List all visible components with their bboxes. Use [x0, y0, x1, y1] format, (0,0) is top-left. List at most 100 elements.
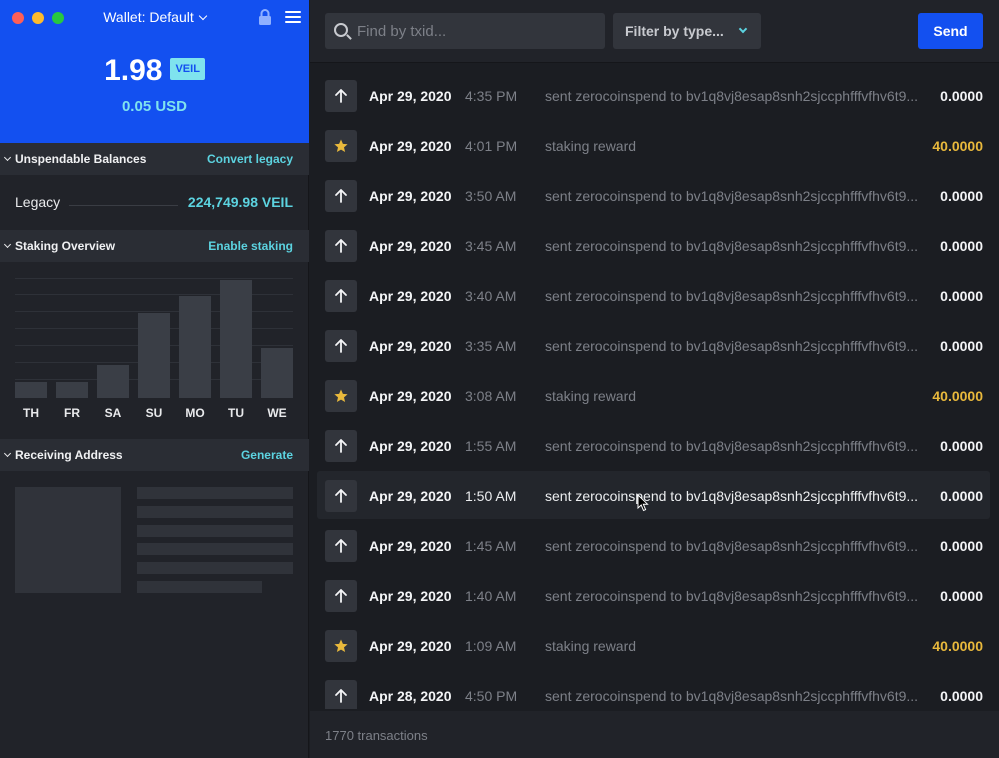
transaction-amount: 0.0000 [940, 488, 983, 504]
chart-tick-label: MO [185, 406, 205, 420]
address-line-placeholder [137, 581, 262, 593]
convert-legacy-link[interactable]: Convert legacy [207, 152, 293, 166]
transaction-row[interactable]: Apr 29, 2020 1:40 AM sent zerocoinspend to… [317, 571, 990, 619]
lock-icon[interactable] [258, 9, 272, 25]
transaction-row[interactable]: Apr 29, 2020 4:01 PM staking reward 40.0000 [317, 121, 990, 169]
address-line-placeholder [137, 487, 293, 499]
transaction-description: sent zerocoinspend to bv1q8vj8esap8snh2s… [545, 338, 919, 354]
transaction-description: sent zerocoinspend to bv1q8vj8esap8snh2s… [545, 588, 919, 604]
wallet-title: Wallet: Default [103, 9, 194, 25]
address-line-placeholder [137, 543, 293, 555]
arrow-up-icon [325, 680, 357, 709]
main-panel: Filter by type... Send Apr 29, 2020 4:35 … [310, 0, 999, 758]
send-button[interactable]: Send [918, 13, 983, 49]
transaction-time: 1:09 AM [465, 638, 517, 654]
legacy-value: 224,749.98 VEIL [187, 194, 293, 210]
chart-tick-label: FR [64, 406, 80, 420]
transaction-date: Apr 29, 2020 [369, 88, 452, 104]
chart-tick-label: SA [104, 406, 122, 420]
star-icon [325, 630, 357, 662]
chevron-down-icon [3, 240, 12, 249]
transaction-row[interactable]: Apr 29, 2020 1:50 AM sent zerocoinspend to… [317, 471, 990, 519]
legacy-balance-row: Legacy 224,749.98 VEIL [15, 194, 293, 212]
search-input[interactable] [357, 13, 597, 49]
transaction-row[interactable]: Apr 29, 2020 1:09 AM staking reward 40.0000 [317, 621, 990, 669]
transaction-row[interactable]: Apr 29, 2020 1:45 AM sent zerocoinspend to… [317, 521, 990, 569]
chart-bar-tu [220, 280, 252, 398]
chart-tick-label: SU [145, 406, 163, 420]
transaction-row[interactable]: Apr 29, 2020 3:35 AM sent zerocoinspend to… [317, 321, 990, 369]
transaction-date: Apr 29, 2020 [369, 438, 452, 454]
chart-tick-label: TH [23, 406, 39, 420]
transaction-amount: 0.0000 [940, 438, 983, 454]
chart-bar-su [138, 313, 170, 398]
arrow-up-icon [325, 180, 357, 212]
transaction-time: 3:45 AM [465, 238, 517, 254]
filter-label: Filter by type... [625, 23, 724, 39]
transaction-amount: 0.0000 [940, 338, 983, 354]
transaction-description: staking reward [545, 638, 637, 654]
staking-overview-header[interactable]: Staking Overview Enable staking [0, 230, 309, 262]
transaction-row[interactable]: Apr 28, 2020 4:50 PM sent zerocoinspend to… [317, 671, 990, 709]
transaction-date: Apr 29, 2020 [369, 138, 452, 154]
chart-bar-we [261, 348, 293, 398]
chart-bar-sa [97, 365, 129, 398]
transaction-time: 4:35 PM [465, 88, 518, 104]
transaction-row[interactable]: Apr 29, 2020 4:35 PM sent zerocoinspend to… [317, 71, 990, 119]
transaction-amount: 0.0000 [940, 288, 983, 304]
transaction-row[interactable]: Apr 29, 2020 3:08 AM staking reward 40.0000 [317, 371, 990, 419]
qr-code-placeholder [15, 487, 121, 593]
transaction-row[interactable]: Apr 29, 2020 3:45 AM sent zerocoinspend to… [317, 221, 990, 269]
sidebar: Wallet: Default 1.98 VEIL 0.05 USD Unspen… [0, 0, 309, 758]
transaction-amount: 0.0000 [940, 88, 983, 104]
transaction-date: Apr 28, 2020 [369, 688, 452, 704]
transaction-amount: 0.0000 [940, 188, 983, 204]
transaction-date: Apr 29, 2020 [369, 288, 452, 304]
chart-tick-label: WE [267, 406, 287, 420]
enable-staking-link[interactable]: Enable staking [208, 239, 293, 253]
unspendable-balances-header[interactable]: Unspendable Balances Convert legacy [0, 143, 309, 175]
transaction-time: 1:55 AM [465, 438, 517, 454]
transaction-row[interactable]: Apr 29, 2020 3:40 AM sent zerocoinspend to… [317, 271, 990, 319]
transaction-time: 1:45 AM [465, 538, 517, 554]
transaction-amount: 40.0000 [932, 138, 983, 154]
filter-type-select[interactable]: Filter by type... [613, 13, 761, 49]
transaction-row[interactable]: Apr 29, 2020 1:55 AM sent zerocoinspend to… [317, 421, 990, 469]
chevron-down-icon [3, 449, 12, 458]
chart-bar-fr [56, 382, 88, 398]
transaction-list[interactable]: Apr 29, 2020 4:35 PM sent zerocoinspend to… [310, 71, 999, 709]
arrow-up-icon [325, 580, 357, 612]
address-line-placeholder [137, 562, 293, 574]
transaction-time: 3:50 AM [465, 188, 517, 204]
transaction-time: 3:40 AM [465, 288, 517, 304]
transaction-time: 1:50 AM [465, 488, 517, 504]
balance-unit-badge: VEIL [170, 58, 205, 80]
balance-amount: 1.98 [104, 54, 163, 87]
wallet-header: Wallet: Default 1.98 VEIL 0.05 USD [0, 0, 309, 143]
wallet-app: Wallet: Default 1.98 VEIL 0.05 USD Unspen… [0, 0, 999, 758]
hamburger-menu-icon[interactable] [285, 11, 301, 23]
chart-grid-line [15, 278, 293, 279]
transaction-time: 3:08 AM [465, 388, 517, 404]
chevron-down-icon [738, 24, 748, 34]
arrow-up-icon [325, 480, 357, 512]
transaction-amount: 0.0000 [940, 688, 983, 704]
transaction-description: sent zerocoinspend to bv1q8vj8esap8snh2s… [545, 88, 919, 104]
search-box[interactable] [325, 13, 605, 49]
transaction-date: Apr 29, 2020 [369, 188, 452, 204]
chevron-down-icon [3, 153, 12, 162]
transaction-amount: 0.0000 [940, 238, 983, 254]
toolbar: Filter by type... Send [310, 0, 999, 63]
transaction-time: 4:50 PM [465, 688, 518, 704]
search-icon [334, 23, 348, 37]
transaction-description: staking reward [545, 138, 637, 154]
arrow-up-icon [325, 430, 357, 462]
transaction-row[interactable]: Apr 29, 2020 3:50 AM sent zerocoinspend to… [317, 171, 990, 219]
transaction-description: sent zerocoinspend to bv1q8vj8esap8snh2s… [545, 438, 919, 454]
section-title: Unspendable Balances [15, 152, 147, 166]
receiving-address-header[interactable]: Receiving Address Generate [0, 439, 309, 471]
arrow-up-icon [325, 330, 357, 362]
generate-address-link[interactable]: Generate [241, 448, 293, 462]
footer: 1770 transactions [310, 711, 999, 758]
transaction-description: sent zerocoinspend to bv1q8vj8esap8snh2s… [545, 688, 919, 704]
